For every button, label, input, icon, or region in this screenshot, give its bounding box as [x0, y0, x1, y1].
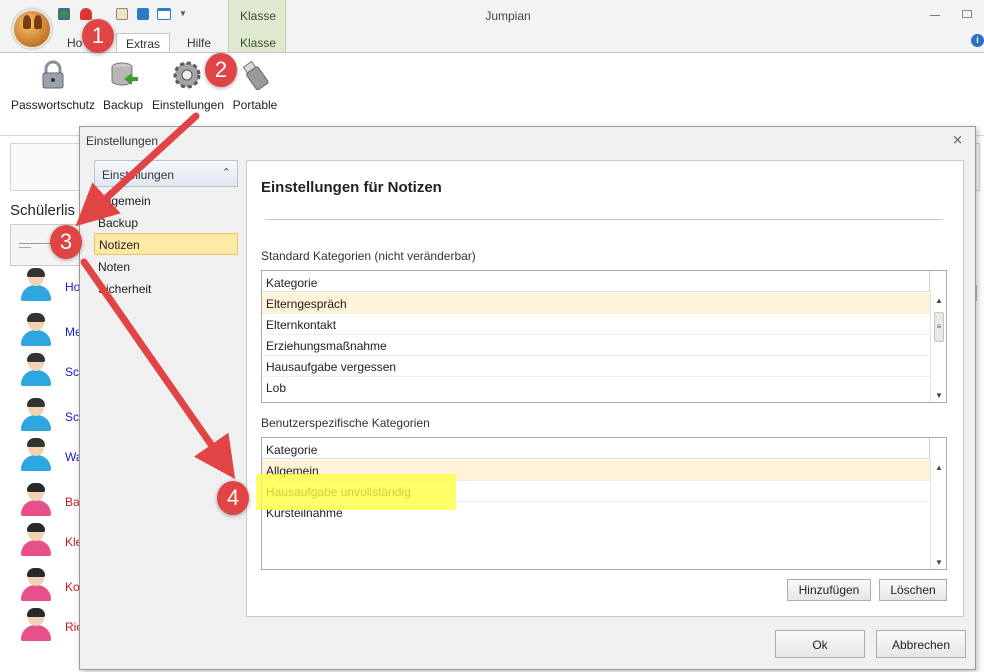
- passwortschutz-label: Passwortschutz: [10, 98, 96, 112]
- cancel-button[interactable]: Abbrechen: [876, 630, 966, 658]
- tab-hilfe[interactable]: Hilfe: [176, 33, 222, 52]
- step-badge-3: 3: [50, 225, 82, 259]
- student-row[interactable]: Sc: [18, 398, 80, 436]
- scroll-up-icon[interactable]: ▲: [931, 296, 947, 305]
- chevron-up-icon[interactable]: ⌃: [222, 166, 231, 179]
- student-row[interactable]: Ko: [18, 568, 80, 606]
- student-row[interactable]: Kle: [18, 523, 82, 561]
- avatar-hair: [27, 438, 45, 447]
- column-header-kategorie[interactable]: Kategorie: [262, 271, 930, 292]
- student-row[interactable]: Ba: [18, 483, 80, 521]
- avatar-hair: [27, 483, 45, 492]
- nav-item-allgemein[interactable]: Allgemein: [94, 190, 238, 212]
- avatar-body: [21, 540, 51, 556]
- main-scrollbar[interactable]: [976, 285, 984, 301]
- student-row[interactable]: Sc: [18, 353, 80, 391]
- tab-klasse[interactable]: Klasse: [229, 36, 287, 50]
- list-item[interactable]: Elterngespräch: [262, 293, 930, 314]
- student-row[interactable]: Ric: [18, 608, 82, 646]
- ok-button[interactable]: Ok: [775, 630, 865, 658]
- scroll-up-icon[interactable]: ▲: [931, 463, 947, 472]
- step-badge-1: 1: [82, 19, 114, 53]
- tab-extras[interactable]: Extras: [116, 33, 170, 52]
- standard-categories-label: Standard Kategorien (nicht veränderbar): [261, 249, 476, 263]
- dialog-title: Einstellungen: [86, 134, 159, 148]
- nav-header[interactable]: Einstellungen ⌃: [94, 160, 238, 187]
- highlight-marker: [256, 474, 456, 510]
- avatar-hair: [27, 313, 45, 322]
- passwortschutz-button[interactable]: Passwortschutz: [10, 57, 96, 115]
- database-backup-icon: [111, 62, 138, 86]
- content-title: Einstellungen für Notizen: [261, 179, 442, 196]
- nav-item-backup[interactable]: Backup: [94, 212, 238, 234]
- settings-nav: Einstellungen ⌃ Allgemein Backup Notizen…: [94, 160, 238, 296]
- avatar-hair: [27, 608, 45, 617]
- list-scrollbar[interactable]: ▲ ≡ ▼: [930, 292, 946, 402]
- padlock-icon: [42, 60, 64, 89]
- backup-label: Backup: [102, 98, 144, 112]
- window-title: Jumpian: [485, 9, 531, 23]
- column-header-kategorie[interactable]: Kategorie: [262, 438, 930, 459]
- add-category-button[interactable]: Hinzufügen: [787, 579, 871, 601]
- student-row[interactable]: Wa: [18, 438, 83, 476]
- settings-content: Einstellungen für Notizen Standard Kateg…: [246, 160, 964, 617]
- minimize-icon[interactable]: [930, 10, 940, 16]
- portable-label: Portable: [232, 98, 278, 112]
- nav-header-label: Einstellungen: [102, 168, 175, 182]
- student-name: Ko: [65, 580, 80, 594]
- list-scrollbar[interactable]: ▲ ▼: [930, 459, 946, 569]
- list-item[interactable]: Erziehungsmaßnahme: [262, 335, 930, 356]
- avatar-hair: [27, 353, 45, 362]
- scroll-thumb[interactable]: ≡: [934, 312, 944, 342]
- close-icon[interactable]: ⨯: [952, 132, 963, 148]
- scroll-down-icon[interactable]: ▼: [931, 391, 947, 400]
- avatar-body: [21, 330, 51, 346]
- restore-icon[interactable]: [962, 10, 972, 18]
- avatar-hair: [27, 568, 45, 577]
- divider: [265, 219, 943, 220]
- scroll-down-icon[interactable]: ▼: [931, 558, 947, 567]
- avatar-hair: [27, 398, 45, 407]
- gears-icon: [173, 61, 201, 89]
- student-name: Sc: [65, 410, 80, 424]
- list-item[interactable]: Elternkontakt: [262, 314, 930, 335]
- avatar-body: [21, 585, 51, 601]
- step-badge-4: 4: [217, 481, 249, 515]
- avatar-body: [21, 370, 51, 386]
- avatar-body: [21, 455, 51, 471]
- custom-categories-label: Benutzerspezifische Kategorien: [261, 416, 430, 430]
- avatar-body: [21, 500, 51, 516]
- avatar-body: [21, 285, 51, 301]
- avatar-hair: [27, 523, 45, 532]
- backup-button[interactable]: Backup: [100, 57, 146, 115]
- student-row[interactable]: Me: [18, 313, 82, 351]
- list-item[interactable]: Lob: [262, 377, 930, 398]
- step-badge-2: 2: [205, 53, 237, 87]
- avatar-hair: [27, 268, 45, 277]
- portable-button[interactable]: Portable: [230, 57, 280, 115]
- nav-item-noten[interactable]: Noten: [94, 256, 238, 278]
- nav-item-notizen[interactable]: Notizen: [94, 233, 238, 255]
- student-row[interactable]: Ho: [18, 268, 80, 306]
- delete-category-button[interactable]: Löschen: [879, 579, 947, 601]
- context-group-klasse: Klasse Klasse: [228, 0, 286, 52]
- avatar-body: [21, 415, 51, 431]
- title-bar: ▼ Klasse Klasse Jumpian Ho Extras Hilfe …: [0, 0, 984, 52]
- usb-stick-icon: [242, 60, 269, 91]
- student-name: Ba: [65, 495, 80, 509]
- nav-item-sicherheit[interactable]: Sicherheit: [94, 278, 238, 300]
- einstellungen-label: Einstellungen: [151, 98, 225, 112]
- settings-dialog: Einstellungen ⨯ Einstellungen ⌃ Allgemei…: [79, 126, 976, 670]
- student-list-title: Schülerlis: [10, 202, 76, 219]
- ribbon-panel: Passwortschutz Backup Einstellungen Port…: [0, 52, 984, 136]
- list-item[interactable]: Hausaufgabe vergessen: [262, 356, 930, 377]
- standard-categories-list: Kategorie Elterngespräch Elternkontakt E…: [261, 270, 947, 403]
- student-name: Sc: [65, 365, 80, 379]
- avatar-body: [21, 625, 51, 641]
- info-icon[interactable]: i: [971, 34, 984, 47]
